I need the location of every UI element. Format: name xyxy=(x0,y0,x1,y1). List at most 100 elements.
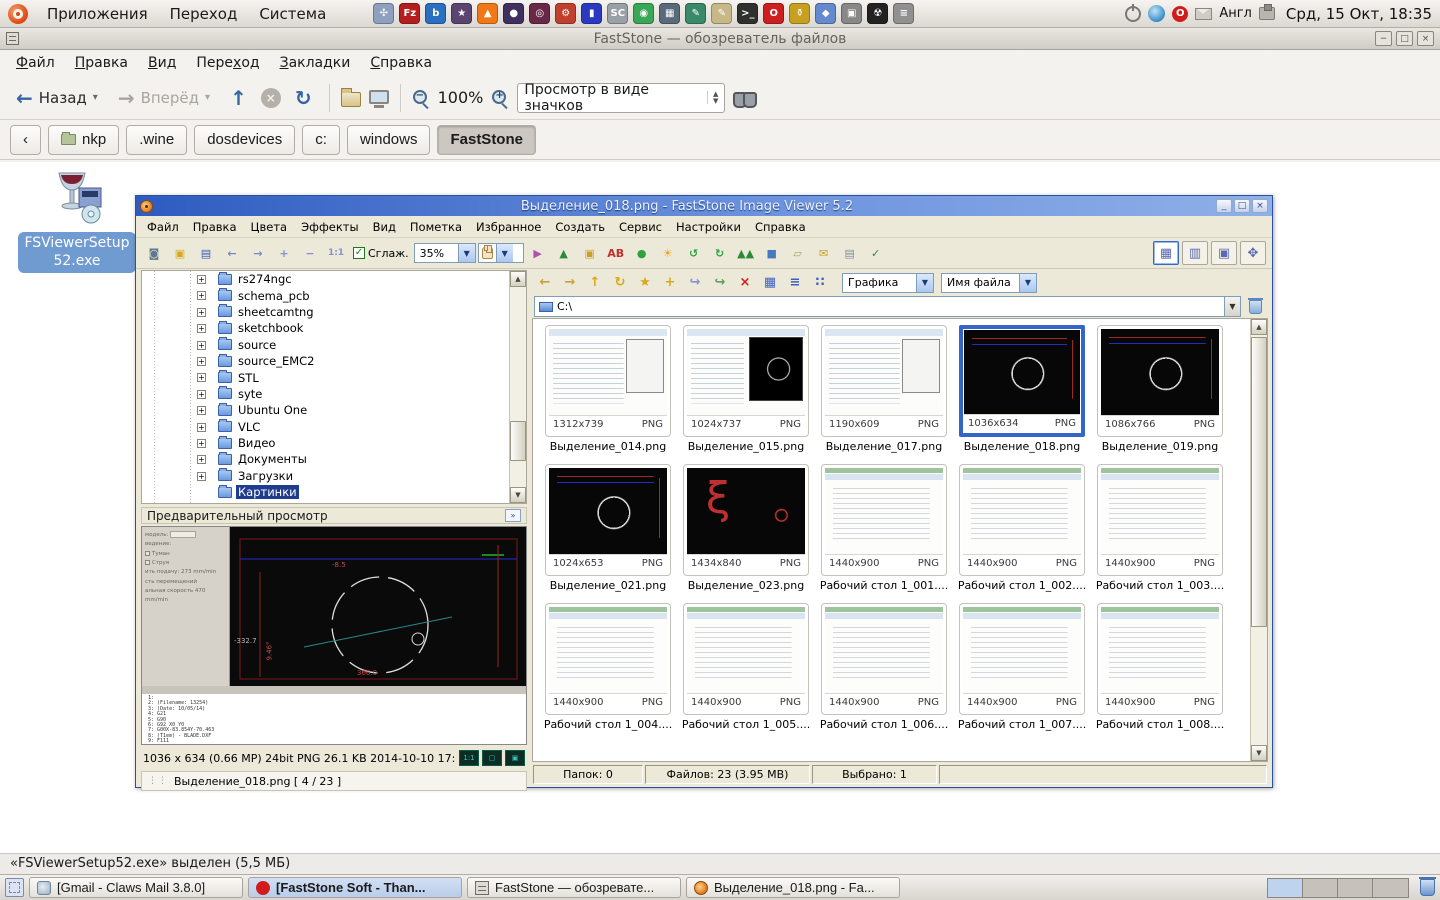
thumbnail-strip-mode-button[interactable]: ▥ xyxy=(1182,241,1208,265)
viewer-menu-Эффекты[interactable]: Эффекты xyxy=(294,217,366,237)
hand-tool-select[interactable]: ▼ xyxy=(478,243,524,263)
settings-check-icon[interactable]: ✓ xyxy=(864,241,888,265)
up-folder-icon[interactable]: ↑ xyxy=(584,272,606,293)
file-icon-fsviewersetup[interactable]: FSViewerSetup52.exe xyxy=(18,170,136,273)
browse-mode-button[interactable]: ▦ xyxy=(1153,241,1179,265)
clone-stamp-icon[interactable]: ● xyxy=(630,241,654,265)
save-icon[interactable]: ▤ xyxy=(194,241,218,265)
menu-Закладки[interactable]: Закладки xyxy=(270,52,361,74)
thumbnail-card[interactable]: 1440x900PNG xyxy=(545,603,671,715)
viewer-menu-Справка[interactable]: Справка xyxy=(748,217,813,237)
viewer-maximize-button[interactable]: □ xyxy=(1234,199,1250,213)
update-notifier-icon[interactable] xyxy=(1148,5,1165,22)
database-icon[interactable]: ▮ xyxy=(581,3,602,24)
viewer-menu-Пометка[interactable]: Пометка xyxy=(403,217,469,237)
photo-tool-icon[interactable]: ✎ xyxy=(685,3,706,24)
view-list-icon[interactable]: ∷ xyxy=(809,272,831,293)
drag-grip[interactable]: ⋮⋮ xyxy=(148,776,168,786)
tree-item-source_EMC2[interactable]: +source_EMC2 xyxy=(142,353,526,369)
browser-title-bar[interactable]: FastStone — обозреватель файлов − □ × xyxy=(0,28,1440,50)
crop-icon[interactable]: ▣ xyxy=(578,241,602,265)
zoom-percent-select[interactable]: 35% ▼ xyxy=(414,243,476,263)
thumbnail-card[interactable]: 1440x900PNG xyxy=(821,464,947,576)
viewer-title-bar[interactable]: Выделение_018.png - FastStone Image View… xyxy=(136,196,1272,216)
viewer-menu-Настройки[interactable]: Настройки xyxy=(669,217,748,237)
expand-icon[interactable]: + xyxy=(197,357,206,366)
spell-abc-icon[interactable]: АВ xyxy=(604,241,628,265)
show-desktop-button[interactable] xyxy=(5,878,24,897)
filter-dropdown-icon[interactable]: ▼ xyxy=(916,274,933,292)
menu-Правка[interactable]: Правка xyxy=(65,52,138,74)
notes-icon[interactable]: ✎ xyxy=(711,3,732,24)
breadcrumb-dosdevices[interactable]: dosdevices xyxy=(194,125,295,155)
scroll-up-icon[interactable]: ▲ xyxy=(1251,319,1267,335)
menu-Вид[interactable]: Вид xyxy=(138,52,186,74)
speedcrunch-icon[interactable]: SC xyxy=(607,3,628,24)
power-icon[interactable] xyxy=(1125,6,1141,22)
copy-to-folder-icon[interactable]: ↪ xyxy=(684,272,706,293)
package-icon[interactable]: ▣ xyxy=(841,3,862,24)
brightness-icon[interactable]: ☀ xyxy=(656,241,680,265)
scroll-down-icon[interactable]: ▼ xyxy=(1251,745,1267,761)
chrome-icon[interactable]: ◉ xyxy=(633,3,654,24)
smoothing-checkbox[interactable]: ✓ xyxy=(353,247,365,259)
clock[interactable]: Срд, 15 Окт, 18:35 xyxy=(1286,5,1432,23)
thumbnail-Рабочий стол 1_008....[interactable]: 1440x900PNGРабочий стол 1_008.... xyxy=(1091,603,1229,731)
cad-app-icon[interactable]: ✣ xyxy=(373,3,394,24)
thumbnail-Рабочий стол 1_005....[interactable]: 1440x900PNGРабочий стол 1_005.... xyxy=(677,603,815,731)
scanner-icon[interactable]: ▱ xyxy=(786,241,810,265)
viewer-menu-Сервис[interactable]: Сервис xyxy=(612,217,669,237)
mail-tray-icon[interactable] xyxy=(1195,8,1212,20)
forward-button[interactable]: → Вперёд ▾ xyxy=(112,84,216,112)
breadcrumb-nkp[interactable]: nkp xyxy=(48,125,119,155)
expand-icon[interactable]: + xyxy=(197,308,206,317)
menu-Файл[interactable]: Файл xyxy=(6,52,65,74)
breadcrumb-windows[interactable]: windows xyxy=(347,125,431,155)
slideshow-icon[interactable]: ▶ xyxy=(526,241,550,265)
zoom-out-icon[interactable]: − xyxy=(298,241,322,265)
thumbnail-card[interactable]: 1086x766PNG xyxy=(1097,325,1223,437)
bluefish-icon[interactable]: b xyxy=(425,3,446,24)
vlc-icon[interactable]: ▲ xyxy=(477,3,498,24)
move-to-folder-icon[interactable]: ↪ xyxy=(709,272,731,293)
breadcrumb-scroll-left[interactable]: ‹ xyxy=(10,125,41,155)
wallpaper-icon[interactable]: ■ xyxy=(760,241,784,265)
tree-item-sheetcamtng[interactable]: +sheetcamtng xyxy=(142,304,526,320)
expand-icon[interactable]: + xyxy=(197,324,206,333)
stop-button[interactable]: × xyxy=(261,88,281,108)
previous-image-icon[interactable]: ← xyxy=(220,241,244,265)
viewer-minimize-button[interactable]: _ xyxy=(1216,199,1232,213)
expand-icon[interactable]: + xyxy=(197,390,206,399)
video-editor-icon[interactable]: ★ xyxy=(451,3,472,24)
calculator-icon[interactable]: ▦ xyxy=(659,3,680,24)
zoom-in-icon[interactable]: + xyxy=(272,241,296,265)
next-image-icon[interactable]: → xyxy=(246,241,270,265)
device-tray-icon[interactable] xyxy=(1259,7,1275,20)
delete-file-icon[interactable]: × xyxy=(734,272,756,293)
hand-tool-dropdown-icon[interactable]: ▼ xyxy=(496,244,513,262)
filezilla-icon[interactable]: Fz xyxy=(399,3,420,24)
maximize-button[interactable]: □ xyxy=(1396,31,1413,46)
breadcrumb-c:[interactable]: c: xyxy=(302,125,340,155)
thumbnail-card[interactable]: 1440x900PNG xyxy=(1097,464,1223,576)
sort-order-select[interactable]: Имя файла ▼ xyxy=(941,273,1037,293)
scroll-down-icon[interactable]: ▼ xyxy=(510,487,526,503)
thumbnail-card[interactable]: 1440x900PNG xyxy=(959,603,1085,715)
tree-item-Загрузки[interactable]: +Загрузки xyxy=(142,468,526,484)
thumbnail-card[interactable]: 1440x900PNG xyxy=(1097,603,1223,715)
expand-icon[interactable]: + xyxy=(197,291,206,300)
actual-size-icon[interactable]: 1:1 xyxy=(324,241,348,265)
home-button[interactable] xyxy=(341,92,361,107)
viewer-menu-Файл[interactable]: Файл xyxy=(140,217,186,237)
favorites-folder-icon[interactable]: ★ xyxy=(634,272,656,293)
fit-window-preview-button[interactable]: ▢ xyxy=(482,750,502,766)
viewer-menu-Создать[interactable]: Создать xyxy=(548,217,612,237)
menu-Переход[interactable]: Переход xyxy=(186,52,269,74)
keyboard-layout-indicator[interactable]: Англ xyxy=(1219,6,1252,21)
viewer-menu-Избранное[interactable]: Избранное xyxy=(469,217,548,237)
opera-launcher-icon[interactable]: O xyxy=(763,3,784,24)
thumbnail-Рабочий стол 1_002....[interactable]: 1440x900PNGРабочий стол 1_002.... xyxy=(953,464,1091,592)
expand-icon[interactable]: + xyxy=(197,341,206,350)
thumbnail-Рабочий стол 1_004....[interactable]: 1440x900PNGРабочий стол 1_004.... xyxy=(539,603,677,731)
print-icon[interactable]: ▤ xyxy=(838,241,862,265)
